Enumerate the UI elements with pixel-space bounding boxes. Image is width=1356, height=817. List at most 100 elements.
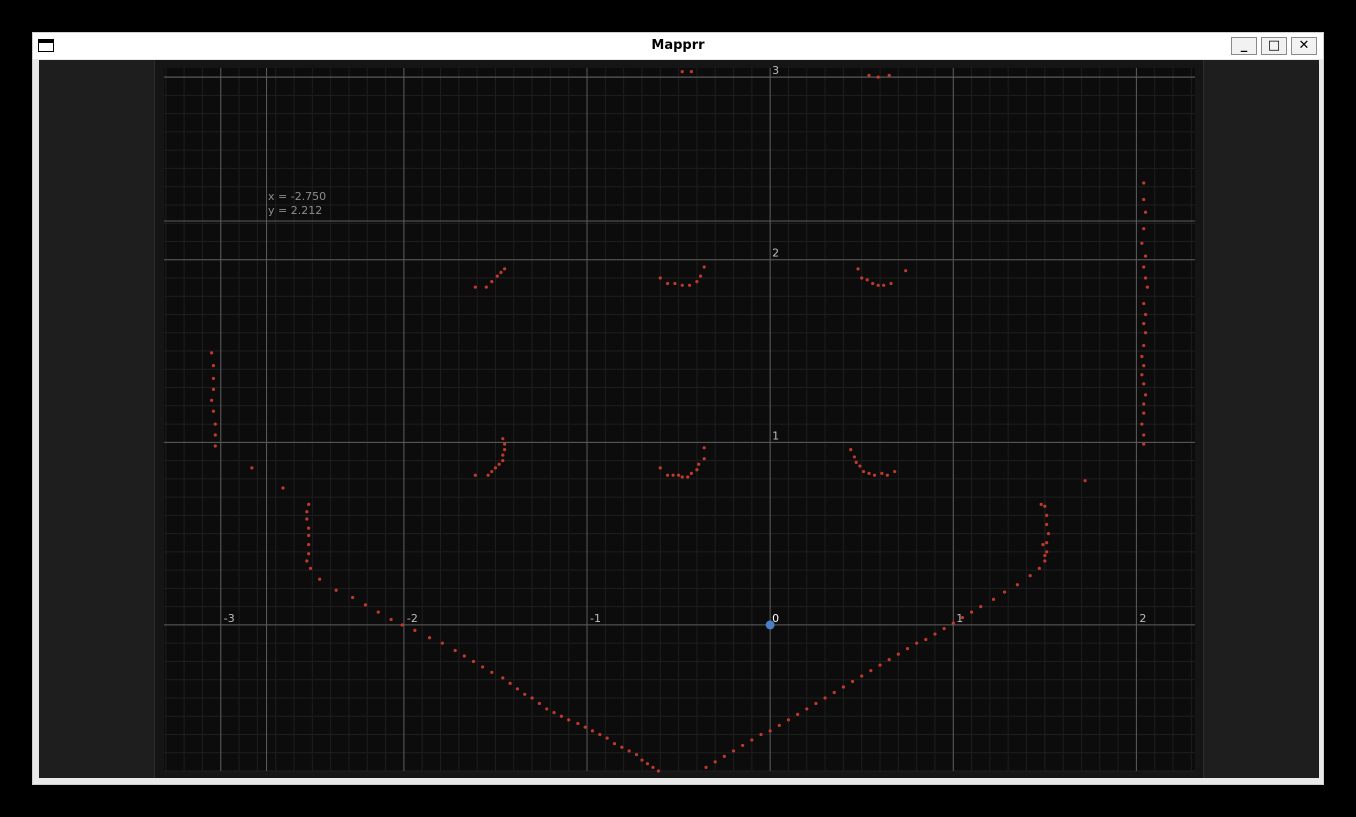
data-point	[889, 281, 893, 286]
data-point	[559, 714, 563, 718]
minimize-button[interactable]: _	[1231, 37, 1257, 55]
data-point	[1043, 559, 1047, 563]
data-point	[427, 636, 432, 640]
data-point	[750, 738, 754, 742]
data-point	[612, 742, 617, 746]
data-point	[991, 597, 996, 601]
data-point	[1142, 402, 1146, 406]
data-point	[211, 387, 216, 391]
data-point	[860, 674, 864, 678]
data-point	[501, 437, 505, 441]
data-point	[552, 710, 556, 715]
data-point	[503, 267, 507, 271]
data-point	[651, 765, 655, 769]
data-point	[627, 749, 631, 753]
data-point	[213, 433, 217, 437]
plot-canvas[interactable]: -3 -2 -1 1 20123	[155, 60, 1203, 778]
data-point	[702, 446, 706, 450]
data-point	[523, 692, 527, 696]
data-point	[213, 444, 217, 448]
data-point	[882, 283, 886, 287]
data-point	[1142, 265, 1146, 269]
plot-background[interactable]	[164, 68, 1195, 771]
data-point	[823, 696, 827, 700]
data-point	[501, 458, 505, 463]
data-point	[545, 707, 549, 711]
data-point	[307, 542, 311, 547]
data-point	[486, 473, 490, 477]
data-point	[689, 471, 694, 475]
data-point	[695, 468, 699, 472]
data-point	[567, 718, 571, 722]
data-point	[796, 712, 800, 716]
data-point	[211, 364, 216, 368]
data-point	[605, 736, 609, 740]
data-point	[841, 685, 845, 689]
data-point	[210, 351, 214, 355]
data-point	[1140, 422, 1144, 426]
data-point	[1037, 566, 1041, 570]
y-readout: y = 2.212	[268, 204, 323, 217]
data-point	[689, 70, 694, 74]
data-point	[1142, 227, 1146, 231]
data-point	[768, 729, 772, 733]
data-point	[905, 647, 910, 651]
data-point	[702, 265, 706, 269]
data-point	[307, 533, 311, 538]
data-point	[481, 665, 485, 669]
data-point	[880, 471, 884, 475]
data-point	[1142, 433, 1146, 437]
data-point	[490, 469, 494, 474]
data-point	[250, 466, 254, 470]
data-point	[305, 510, 309, 514]
plot-panel[interactable]: -3 -2 -1 1 2 0 1 2 3	[154, 60, 1204, 778]
data-point	[334, 588, 338, 592]
data-point	[1028, 574, 1032, 578]
data-point	[686, 475, 690, 479]
data-point	[1142, 411, 1146, 415]
data-point	[850, 679, 855, 684]
y-tick-label: 1	[772, 429, 779, 442]
data-point	[473, 473, 477, 477]
data-point	[1142, 301, 1146, 306]
data-point	[583, 725, 587, 729]
data-point	[495, 274, 499, 278]
maximize-button[interactable]: □	[1261, 37, 1287, 55]
data-point	[1140, 354, 1144, 359]
data-point	[576, 721, 580, 726]
data-point	[658, 276, 662, 280]
data-point	[1015, 583, 1019, 587]
title-bar[interactable]: Mapprr _ □ ✕	[33, 33, 1323, 59]
data-point	[211, 409, 216, 413]
data-point	[893, 469, 897, 474]
data-point	[1143, 312, 1148, 317]
data-point	[484, 285, 488, 289]
window-title: Mapprr	[651, 38, 705, 53]
data-point	[656, 769, 661, 773]
y-tick-label: 2	[772, 247, 779, 260]
data-point	[389, 617, 393, 622]
data-point	[503, 448, 507, 452]
data-point	[1143, 210, 1148, 214]
data-point	[537, 701, 542, 706]
data-point	[878, 663, 882, 667]
close-button[interactable]: ✕	[1291, 37, 1317, 55]
data-point	[885, 473, 889, 477]
data-point	[904, 269, 908, 273]
data-point	[453, 648, 457, 653]
data-point	[702, 457, 706, 461]
data-point	[1043, 504, 1047, 508]
origin-marker[interactable]	[765, 620, 775, 630]
data-point	[687, 283, 692, 287]
y-tick-label: 3	[772, 64, 779, 77]
app-window: Mapprr _ □ ✕ -3 -2 -1 1 2 0 1 2 3	[32, 32, 1324, 785]
data-point	[858, 464, 862, 468]
data-point	[1142, 343, 1146, 348]
data-point	[673, 281, 677, 286]
data-point	[515, 687, 520, 691]
data-point	[351, 595, 355, 600]
data-point	[1142, 181, 1146, 185]
data-point	[307, 526, 311, 530]
data-point	[759, 732, 763, 737]
data-point	[731, 749, 736, 753]
